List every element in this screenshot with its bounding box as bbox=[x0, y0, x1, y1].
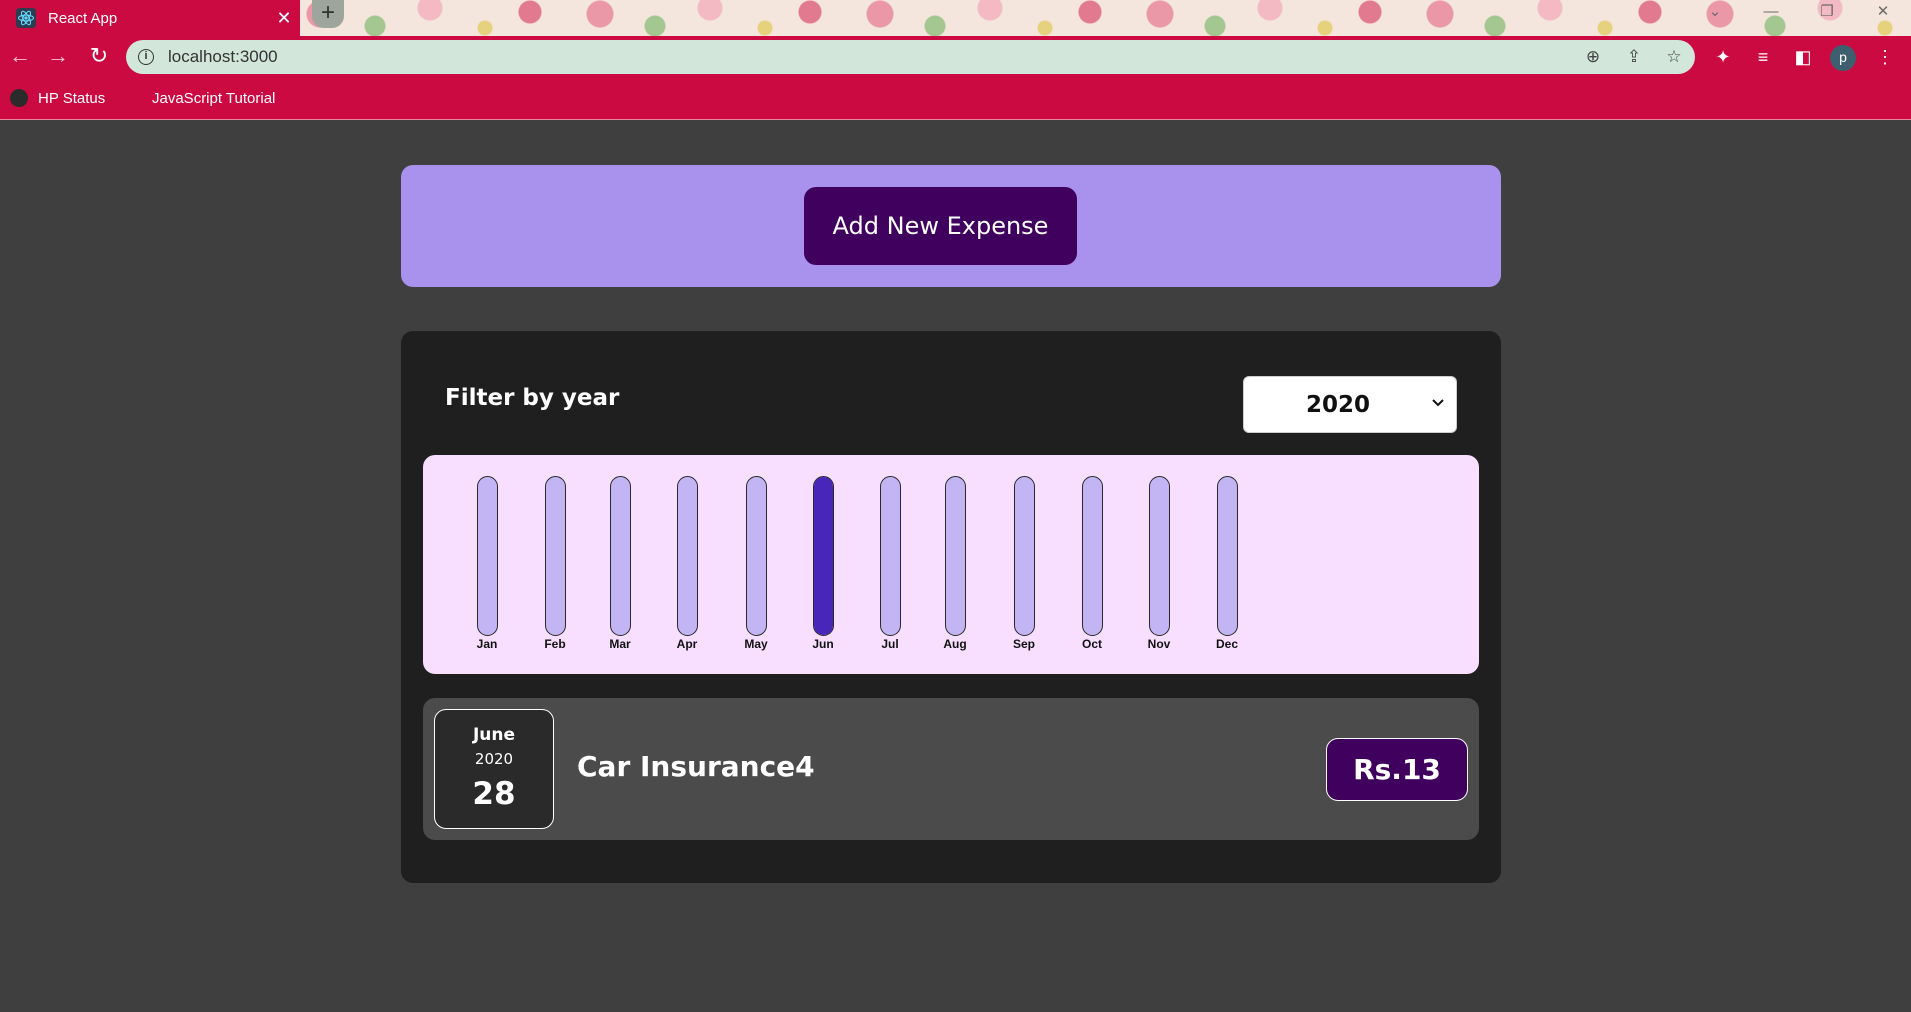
expense-year: 2020 bbox=[474, 750, 514, 768]
bookmark-star-icon[interactable]: ☆ bbox=[1663, 46, 1685, 68]
browser-toolbar: ← → ↻ i localhost:3000 ⊕ ⇪ ☆ ✦ ≡ ◧ p ⋮ bbox=[0, 36, 1911, 78]
selected-year: 2020 bbox=[1305, 392, 1370, 418]
filter-label: Filter by year bbox=[445, 385, 620, 411]
menu-icon[interactable]: ⋮ bbox=[1873, 45, 1897, 69]
bar-track bbox=[477, 476, 498, 636]
bar-track bbox=[880, 476, 901, 636]
bar-label: Jul bbox=[881, 637, 899, 651]
bar-label: May bbox=[744, 637, 768, 651]
globe-icon bbox=[10, 89, 28, 107]
year-select[interactable]: 2020 bbox=[1243, 376, 1457, 433]
expenses-chart: Jan Feb Mar Apr May Jun Jul Aug Sep Oct Nov Dec bbox=[423, 455, 1479, 674]
chart-bar-jul: Jul bbox=[870, 476, 910, 666]
address-bar[interactable]: i localhost:3000 ⊕ ⇪ ☆ bbox=[126, 40, 1695, 74]
bookmarks-bar: HP Status JavaScript Tutorial bbox=[0, 78, 1911, 120]
minimize-icon[interactable]: — bbox=[1743, 0, 1799, 28]
bar-track bbox=[1217, 476, 1238, 636]
new-tab-button[interactable]: + bbox=[312, 0, 344, 28]
window-close-icon[interactable]: ✕ bbox=[1855, 0, 1911, 28]
bar-label: Oct bbox=[1081, 637, 1102, 651]
bar-label: Jun bbox=[812, 637, 834, 651]
browser-tabstrip: React App ✕ + ⌄ — ❐ ✕ bbox=[0, 0, 1911, 36]
avatar[interactable]: p bbox=[1830, 45, 1856, 71]
bookmark-javascript-tutorial[interactable]: JavaScript Tutorial bbox=[124, 87, 275, 109]
reload-icon[interactable]: ↻ bbox=[83, 41, 115, 73]
bar-label: Dec bbox=[1215, 637, 1238, 651]
bar-track bbox=[677, 476, 698, 636]
chart-bar-may: May bbox=[736, 476, 776, 666]
bar-label: Aug bbox=[943, 637, 967, 651]
expense-month: June bbox=[472, 725, 516, 745]
chart-bar-oct: Oct bbox=[1072, 476, 1112, 666]
reading-list-icon[interactable]: ≡ bbox=[1751, 45, 1775, 69]
extensions-icon[interactable]: ✦ bbox=[1711, 45, 1735, 69]
bar-track bbox=[610, 476, 631, 636]
bookmark-label: JavaScript Tutorial bbox=[152, 89, 276, 107]
tab-title: React App bbox=[48, 9, 118, 27]
zoom-icon[interactable]: ⊕ bbox=[1582, 46, 1604, 68]
forward-icon[interactable]: → bbox=[42, 41, 74, 73]
side-panel-icon[interactable]: ◧ bbox=[1791, 45, 1815, 69]
add-new-expense-button[interactable]: Add New Expense bbox=[804, 187, 1077, 265]
chart-bar-apr: Apr bbox=[667, 476, 707, 666]
window-controls: ⌄ — ❐ ✕ bbox=[1687, 0, 1911, 28]
expense-title: Car Insurance4 bbox=[577, 750, 815, 783]
chevron-down-icon bbox=[1432, 399, 1444, 407]
bar-track bbox=[1014, 476, 1035, 636]
bar-fill bbox=[814, 477, 833, 635]
chart-bar-feb: Feb bbox=[535, 476, 575, 666]
bar-label: Jan bbox=[476, 637, 498, 651]
expense-item: June 2020 28 Car Insurance4 Rs.13 bbox=[423, 698, 1479, 840]
bar-track bbox=[945, 476, 966, 636]
bar-label: Nov bbox=[1147, 637, 1171, 651]
chart-bar-aug: Aug bbox=[935, 476, 975, 666]
tab-search-icon[interactable]: ⌄ bbox=[1687, 0, 1743, 28]
chart-bar-dec: Dec bbox=[1207, 476, 1247, 666]
react-icon bbox=[16, 8, 36, 28]
restore-icon[interactable]: ❐ bbox=[1799, 0, 1855, 28]
bookmark-favicon-icon bbox=[124, 89, 142, 107]
bookmark-label: HP Status bbox=[38, 89, 106, 107]
bar-label: Sep bbox=[1012, 637, 1035, 651]
bar-label: Apr bbox=[676, 637, 698, 651]
expenses-card: Filter by year 2020 Jan Feb Mar Apr May Jun Ju… bbox=[401, 331, 1501, 883]
bar-track bbox=[1082, 476, 1103, 636]
chart-bar-jan: Jan bbox=[467, 476, 507, 666]
share-icon[interactable]: ⇪ bbox=[1623, 46, 1645, 68]
url-text[interactable]: localhost:3000 bbox=[168, 47, 278, 67]
info-icon[interactable]: i bbox=[138, 49, 154, 65]
bar-track bbox=[813, 476, 834, 636]
chart-bar-jun: Jun bbox=[803, 476, 843, 666]
chart-bar-mar: Mar bbox=[600, 476, 640, 666]
bar-track bbox=[1149, 476, 1170, 636]
back-icon[interactable]: ← bbox=[4, 41, 36, 73]
browser-tab[interactable]: React App ✕ bbox=[0, 0, 300, 36]
bookmark-hp-status[interactable]: HP Status bbox=[10, 87, 105, 109]
new-expense-card: Add New Expense bbox=[401, 165, 1501, 287]
expense-day: 28 bbox=[472, 776, 516, 812]
chart-bar-sep: Sep bbox=[1004, 476, 1044, 666]
bar-track bbox=[545, 476, 566, 636]
chart-bar-nov: Nov bbox=[1139, 476, 1179, 666]
close-icon[interactable]: ✕ bbox=[268, 0, 300, 36]
expense-amount: Rs.13 bbox=[1326, 738, 1468, 801]
expense-date: June 2020 28 bbox=[434, 709, 554, 829]
bar-label: Feb bbox=[544, 637, 566, 651]
bar-track bbox=[746, 476, 767, 636]
bar-label: Mar bbox=[609, 637, 631, 651]
